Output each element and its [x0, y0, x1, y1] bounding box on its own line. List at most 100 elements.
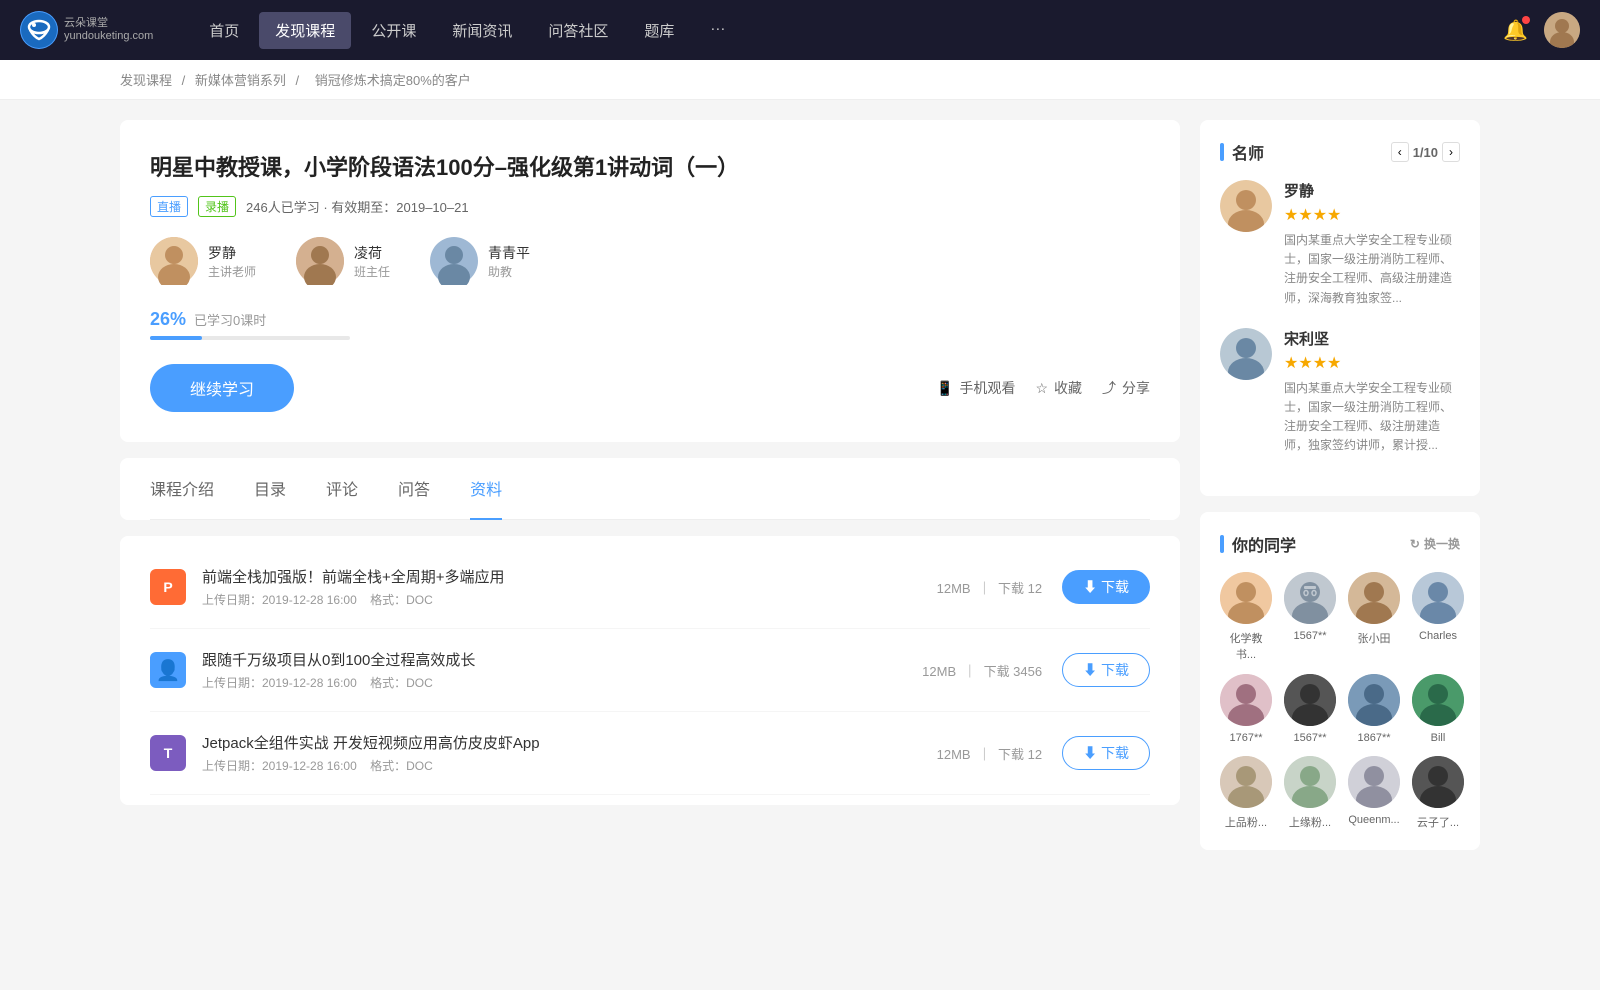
tab-qa[interactable]: 问答 — [398, 458, 430, 520]
resources-list: P 前端全栈加强版！前端全栈+全周期+多端应用 上传日期：2019-12-28 … — [120, 536, 1180, 805]
classmate-9: 上品粉... — [1220, 756, 1272, 830]
breadcrumb-discover[interactable]: 发现课程 — [120, 73, 172, 88]
sidebar-teacher-1-info: 罗静 ★★★★ 国内某重点大学安全工程专业硕士，国家一级注册消防工程师、注册安全… — [1284, 180, 1460, 308]
resource-info-1: 前端全栈加强版！前端全栈+全周期+多端应用 上传日期：2019-12-28 16… — [202, 566, 937, 608]
resource-title-2: 跟随千万级项目从0到100全过程高效成长 — [202, 649, 922, 670]
tab-review[interactable]: 评论 — [326, 458, 358, 520]
classmate-9-name: 上品粉... — [1225, 814, 1267, 830]
nav-public[interactable]: 公开课 — [355, 12, 432, 49]
favorite-button[interactable]: ☆ 收藏 — [1035, 378, 1082, 398]
nav-right: 🔔 — [1503, 12, 1580, 48]
refresh-button[interactable]: ↻ 换一换 — [1410, 535, 1460, 552]
classmate-8: Bill — [1412, 674, 1464, 744]
breadcrumb: 发现课程 / 新媒体营销系列 / 销冠修炼术搞定80%的客户 — [0, 60, 1600, 100]
teacher-3-avatar — [430, 237, 478, 285]
sidebar-teacher-2-info: 宋利坚 ★★★★ 国内某重点大学安全工程专业硕士，国家一级注册消防工程师、注册安… — [1284, 328, 1460, 456]
classmate-4-avatar — [1412, 572, 1464, 624]
sidebar-teacher-2-stars: ★★★★ — [1284, 353, 1460, 373]
mobile-view-button[interactable]: 📱 手机观看 — [936, 378, 1015, 398]
teacher-2-info: 凌荷 班主任 — [354, 243, 390, 280]
download-button-1[interactable]: ⬇ 下载 — [1062, 570, 1150, 604]
download-button-3[interactable]: ⬇ 下载 — [1062, 736, 1150, 770]
classmate-3-name: 张小田 — [1358, 630, 1391, 646]
resource-item-1: P 前端全栈加强版！前端全栈+全周期+多端应用 上传日期：2019-12-28 … — [150, 546, 1150, 629]
resource-stats-3: 12MB ｜ 下载 12 — [937, 744, 1042, 763]
progress-label: 已学习0课时 — [194, 313, 266, 328]
resource-title-1: 前端全栈加强版！前端全栈+全周期+多端应用 — [202, 566, 937, 587]
teacher-1: 罗静 主讲老师 — [150, 237, 256, 285]
resource-info-3: Jetpack全组件实战 开发短视频应用高仿皮皮虾App 上传日期：2019-1… — [202, 732, 937, 774]
teachers-title-text: 名师 — [1232, 140, 1264, 164]
share-button[interactable]: ⤴ 分享 — [1102, 378, 1150, 398]
teacher-prev-button[interactable]: ‹ — [1391, 142, 1409, 162]
resource-meta-1: 上传日期：2019-12-28 16:00 格式：DOC — [202, 591, 937, 608]
resource-icon-2: 👤 — [150, 652, 186, 688]
main-layout: 明星中教授课，小学阶段语法100分–强化级第1讲动词（一） 直播 录播 246人… — [0, 100, 1600, 886]
classmate-6-avatar — [1284, 674, 1336, 726]
breadcrumb-series[interactable]: 新媒体营销系列 — [195, 73, 286, 88]
classmate-12-avatar — [1412, 756, 1464, 808]
classmate-11-avatar — [1348, 756, 1400, 808]
teacher-1-name: 罗静 — [208, 243, 256, 263]
teacher-2: 凌荷 班主任 — [296, 237, 390, 285]
progress-percent: 26%已学习0课时 — [150, 309, 266, 329]
teacher-3-role: 助教 — [488, 263, 530, 280]
teacher-1-role: 主讲老师 — [208, 263, 256, 280]
teacher-next-button[interactable]: › — [1442, 142, 1460, 162]
sidebar-teacher-1-avatar — [1220, 180, 1272, 232]
mobile-icon: 📱 — [936, 380, 953, 397]
classmate-11: Queenm... — [1348, 756, 1400, 830]
continue-button[interactable]: 继续学习 — [150, 364, 294, 412]
classmates-grid: 化学教书... 1567** 张小田 — [1220, 572, 1460, 830]
user-avatar[interactable] — [1544, 12, 1580, 48]
content-area: 明星中教授课，小学阶段语法100分–强化级第1讲动词（一） 直播 录播 246人… — [120, 120, 1180, 866]
nav-discover[interactable]: 发现课程 — [259, 12, 351, 49]
course-title: 明星中教授课，小学阶段语法100分–强化级第1讲动词（一） — [150, 150, 1150, 182]
classmate-2: 1567** — [1284, 572, 1336, 662]
classmate-5: 1767** — [1220, 674, 1272, 744]
nav-more[interactable]: ··· — [694, 12, 741, 49]
nav-news[interactable]: 新闻资讯 — [436, 12, 528, 49]
sidebar-teacher-2-name: 宋利坚 — [1284, 328, 1460, 349]
resource-icon-3: T — [150, 735, 186, 771]
nav-items: 首页 发现课程 公开课 新闻资讯 问答社区 题库 ··· — [193, 12, 1503, 49]
download-button-2[interactable]: ⬇ 下载 — [1062, 653, 1150, 687]
sidebar-teacher-1-stars: ★★★★ — [1284, 205, 1460, 225]
teacher-1-avatar — [150, 237, 198, 285]
resource-item-3: T Jetpack全组件实战 开发短视频应用高仿皮皮虾App 上传日期：2019… — [150, 712, 1150, 795]
teacher-3: 青青平 助教 — [430, 237, 530, 285]
tab-resource[interactable]: 资料 — [470, 458, 502, 520]
course-actions: 继续学习 📱 手机观看 ☆ 收藏 ⤴ 分享 — [150, 364, 1150, 412]
classmate-10-avatar — [1284, 756, 1336, 808]
breadcrumb-current: 销冠修炼术搞定80%的客户 — [315, 73, 471, 88]
teacher-2-avatar — [296, 237, 344, 285]
nav-qa[interactable]: 问答社区 — [532, 12, 624, 49]
classmate-1: 化学教书... — [1220, 572, 1272, 662]
classmate-8-name: Bill — [1431, 732, 1446, 744]
classmate-2-avatar — [1284, 572, 1336, 624]
tab-intro[interactable]: 课程介绍 — [150, 458, 214, 520]
sidebar: 名师 ‹ 1/10 › 罗静 ★★★★ — [1200, 120, 1480, 866]
nav-quiz[interactable]: 题库 — [628, 12, 690, 49]
classmate-6: 1567** — [1284, 674, 1336, 744]
logo[interactable]: 云朵课堂 yundouketing.com — [20, 11, 153, 49]
classmate-4: Charles — [1412, 572, 1464, 662]
notification-dot — [1522, 16, 1530, 24]
resource-info-2: 跟随千万级项目从0到100全过程高效成长 上传日期：2019-12-28 16:… — [202, 649, 922, 691]
sidebar-teacher-1-desc: 国内某重点大学安全工程专业硕士，国家一级注册消防工程师、注册安全工程师、高级注册… — [1284, 231, 1460, 308]
sidebar-teacher-1: 罗静 ★★★★ 国内某重点大学安全工程专业硕士，国家一级注册消防工程师、注册安全… — [1220, 180, 1460, 308]
course-meta: 直播 录播 246人已学习 · 有效期至：2019–10–21 — [150, 196, 1150, 217]
nav-home[interactable]: 首页 — [193, 12, 255, 49]
bell-icon[interactable]: 🔔 — [1503, 18, 1528, 43]
progress-bar-fill — [150, 336, 202, 340]
classmate-9-avatar — [1220, 756, 1272, 808]
blue-bar-2 — [1220, 535, 1224, 553]
resource-meta-2: 上传日期：2019-12-28 16:00 格式：DOC — [202, 674, 922, 691]
teacher-3-name: 青青平 — [488, 243, 530, 263]
resource-meta-3: 上传日期：2019-12-28 16:00 格式：DOC — [202, 757, 937, 774]
tab-catalog[interactable]: 目录 — [254, 458, 286, 520]
teachers-card: 名师 ‹ 1/10 › 罗静 ★★★★ — [1200, 120, 1480, 496]
classmate-12-name: 云子了... — [1417, 814, 1459, 830]
resource-stats-1: 12MB ｜ 下载 12 — [937, 578, 1042, 597]
refresh-label: 换一换 — [1424, 535, 1460, 552]
